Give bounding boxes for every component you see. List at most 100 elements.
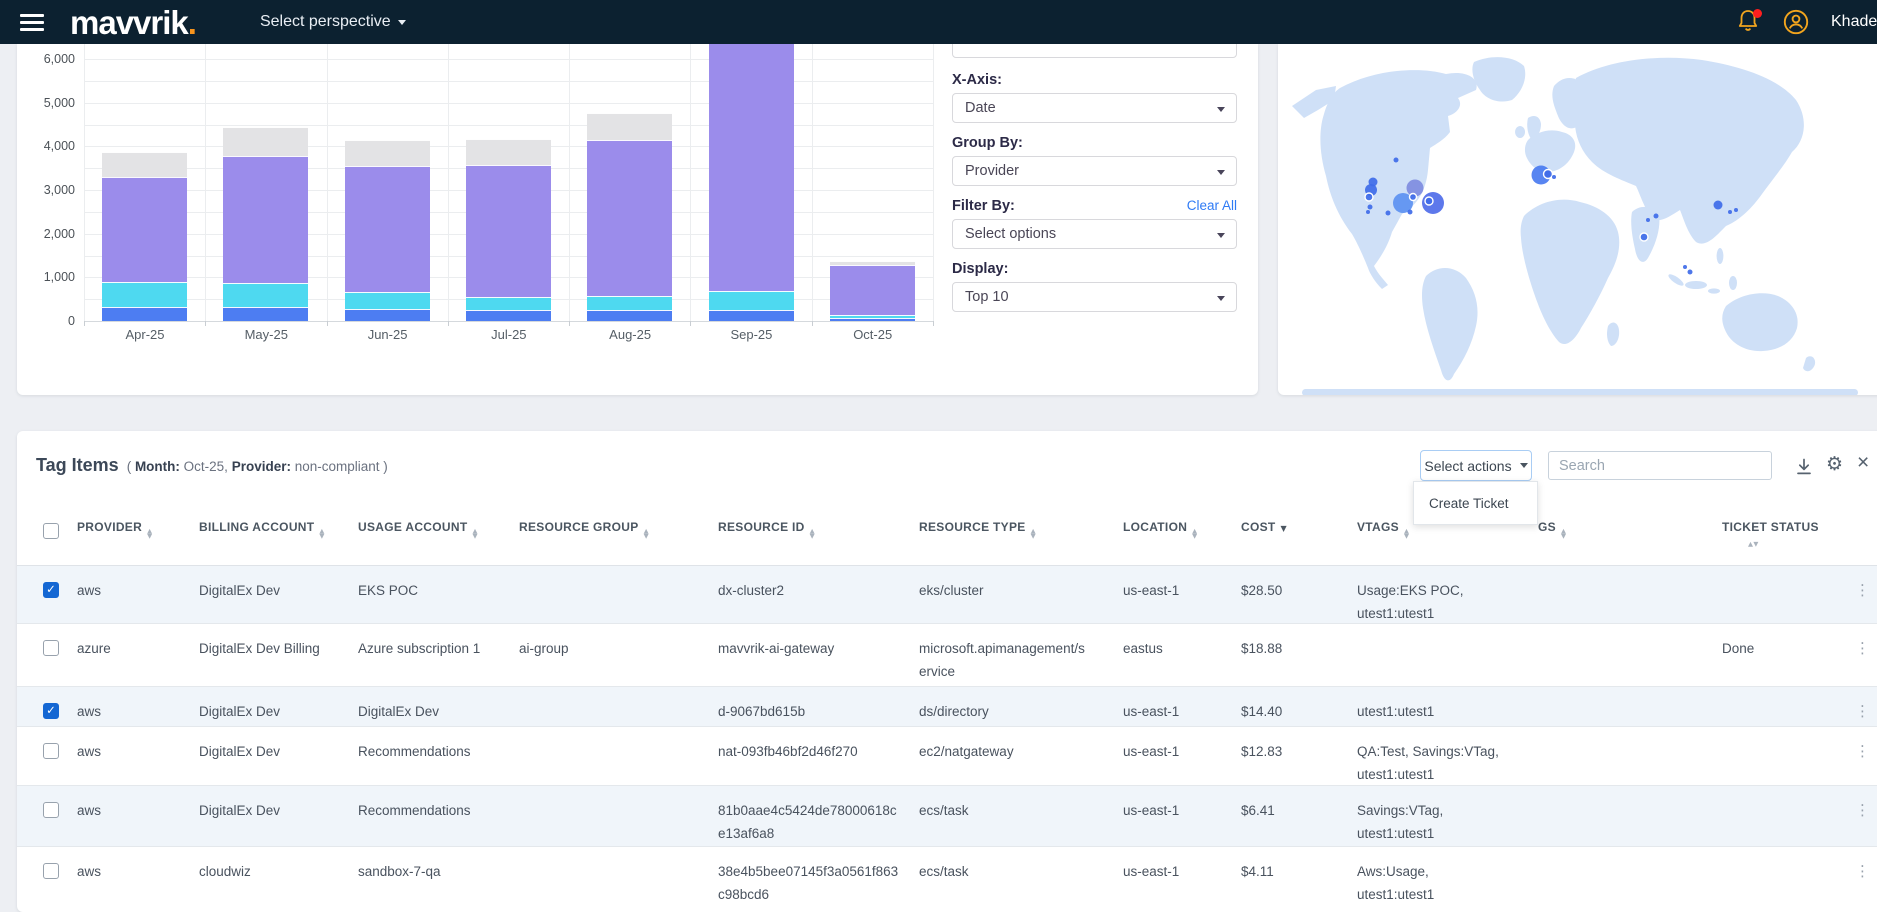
map-continents bbox=[1292, 57, 1858, 395]
column-header-group[interactable]: RESOURCE GROUP▲▼ bbox=[519, 520, 679, 539]
segment-blue[interactable] bbox=[709, 310, 794, 321]
segment-blue[interactable] bbox=[102, 307, 187, 321]
cell-sel bbox=[43, 743, 65, 759]
segment-gray[interactable] bbox=[102, 152, 187, 177]
column-header-rid[interactable]: RESOURCE ID▲▼ bbox=[718, 520, 908, 539]
row-checkbox[interactable] bbox=[43, 582, 59, 598]
row-checkbox[interactable] bbox=[43, 743, 59, 759]
map-location-dot[interactable] bbox=[1734, 208, 1738, 212]
sort-icon: ▲▼ bbox=[1748, 542, 1832, 547]
cell-kebab: ⋮ bbox=[1855, 700, 1877, 723]
segment-purple[interactable] bbox=[466, 165, 551, 297]
search-input[interactable] bbox=[1548, 451, 1772, 480]
chart-gridline bbox=[690, 44, 691, 321]
username-label: Khader bbox=[1831, 13, 1877, 31]
map-location-dot[interactable] bbox=[1394, 158, 1399, 163]
row-checkbox[interactable] bbox=[43, 703, 59, 719]
map-location-dot[interactable] bbox=[1688, 270, 1693, 275]
filter-by-dropdown[interactable]: Select options bbox=[952, 219, 1237, 249]
map-location-dot[interactable] bbox=[1728, 210, 1732, 214]
segment-purple[interactable] bbox=[830, 265, 915, 315]
segment-cyan[interactable] bbox=[709, 291, 794, 310]
segment-blue[interactable] bbox=[223, 307, 308, 321]
x-axis-dropdown[interactable]: Date bbox=[952, 93, 1237, 123]
clear-all-link[interactable]: Clear All bbox=[1187, 198, 1237, 213]
segment-cyan[interactable] bbox=[102, 282, 187, 307]
cutoff-top-dropdown[interactable] bbox=[952, 44, 1237, 58]
cell-location: us-east-1 bbox=[1123, 799, 1231, 822]
map-location-dot[interactable] bbox=[1365, 193, 1373, 201]
segment-purple[interactable] bbox=[709, 44, 794, 291]
row-actions-kebab-icon[interactable]: ⋮ bbox=[1855, 700, 1877, 723]
segment-gray[interactable] bbox=[345, 140, 430, 166]
column-header-location[interactable]: LOCATION▲▼ bbox=[1123, 520, 1231, 539]
column-header-label: BILLING ACCOUNT bbox=[199, 520, 314, 534]
segment-cyan[interactable] bbox=[587, 296, 672, 310]
cell-provider: aws bbox=[77, 799, 192, 822]
chart-axis-tick bbox=[448, 321, 449, 326]
map-location-dot[interactable] bbox=[1640, 233, 1648, 241]
map-location-dot[interactable] bbox=[1425, 197, 1433, 205]
row-checkbox[interactable] bbox=[43, 640, 59, 656]
segment-blue[interactable] bbox=[587, 310, 672, 321]
close-icon[interactable]: × bbox=[1857, 451, 1869, 475]
segment-purple[interactable] bbox=[102, 177, 187, 282]
cell-sel bbox=[43, 863, 65, 879]
row-checkbox[interactable] bbox=[43, 863, 59, 879]
map-location-dot[interactable] bbox=[1683, 265, 1687, 269]
segment-purple[interactable] bbox=[587, 140, 672, 296]
perspective-selector[interactable]: Select perspective bbox=[260, 13, 406, 31]
column-header-cost[interactable]: COST▼ bbox=[1241, 520, 1336, 536]
group-by-dropdown[interactable]: Provider bbox=[952, 156, 1237, 186]
segment-purple[interactable] bbox=[223, 156, 308, 283]
row-actions-kebab-icon[interactable]: ⋮ bbox=[1855, 637, 1877, 660]
segment-blue[interactable] bbox=[830, 318, 915, 321]
column-header-billing[interactable]: BILLING ACCOUNT▲▼ bbox=[199, 520, 351, 539]
settings-gear-icon[interactable]: ⚙ bbox=[1826, 453, 1843, 476]
cell-rid: nat-093fb46bf2d46f270 bbox=[718, 740, 908, 763]
select-actions-button[interactable]: Select actions bbox=[1420, 450, 1532, 481]
segment-cyan[interactable] bbox=[223, 283, 308, 307]
column-header-provider[interactable]: PROVIDER▲▼ bbox=[77, 520, 192, 539]
segment-gray[interactable] bbox=[223, 127, 308, 156]
row-checkbox[interactable] bbox=[43, 802, 59, 818]
map-location-dot[interactable] bbox=[1552, 175, 1556, 179]
row-actions-kebab-icon[interactable]: ⋮ bbox=[1855, 799, 1877, 822]
menu-item-create-ticket[interactable]: Create Ticket bbox=[1414, 482, 1537, 524]
column-header-rtype[interactable]: RESOURCE TYPE▲▼ bbox=[919, 520, 1104, 539]
row-actions-kebab-icon[interactable]: ⋮ bbox=[1855, 860, 1877, 883]
segment-purple[interactable] bbox=[345, 166, 430, 292]
cell-vtags: Usage:EKS POC,utest1:utest1 bbox=[1357, 579, 1532, 625]
cell-sel bbox=[43, 703, 65, 719]
column-header-status[interactable]: TICKET STATUS▲▼ bbox=[1722, 520, 1832, 547]
table-row: awsDigitalEx DevDigitalEx Devd-9067bd615… bbox=[17, 686, 1877, 726]
map-location-dot[interactable] bbox=[1654, 214, 1659, 219]
map-location-dot[interactable] bbox=[1646, 218, 1650, 222]
column-header-usage[interactable]: USAGE ACCOUNT▲▼ bbox=[358, 520, 510, 539]
select-all-checkbox[interactable] bbox=[43, 523, 59, 539]
row-actions-kebab-icon[interactable]: ⋮ bbox=[1855, 579, 1877, 602]
map-location-dot[interactable] bbox=[1368, 205, 1373, 210]
cell-status: Done bbox=[1722, 637, 1832, 660]
row-actions-kebab-icon[interactable]: ⋮ bbox=[1855, 740, 1877, 763]
segment-cyan[interactable] bbox=[466, 297, 551, 310]
map-location-dot[interactable] bbox=[1544, 170, 1553, 179]
segment-gray[interactable] bbox=[587, 113, 672, 140]
map-location-dot[interactable] bbox=[1386, 211, 1391, 216]
segment-blue[interactable] bbox=[466, 310, 551, 321]
map-location-dot[interactable] bbox=[1408, 210, 1413, 215]
map-location-dot[interactable] bbox=[1410, 194, 1417, 201]
bar-jun-25 bbox=[345, 140, 430, 321]
user-avatar-icon[interactable] bbox=[1783, 9, 1809, 35]
map-location-dot[interactable] bbox=[1366, 210, 1370, 214]
notifications-bell-icon[interactable] bbox=[1737, 9, 1761, 35]
map-location-dot[interactable] bbox=[1714, 201, 1723, 210]
chart-gridline bbox=[327, 44, 328, 321]
segment-blue[interactable] bbox=[345, 309, 430, 321]
segment-cyan[interactable] bbox=[345, 292, 430, 309]
hamburger-menu-icon[interactable] bbox=[20, 14, 44, 31]
column-header-gs[interactable]: GS▲▼ bbox=[1538, 520, 1593, 539]
download-icon[interactable] bbox=[1795, 457, 1813, 476]
segment-gray[interactable] bbox=[466, 139, 551, 165]
display-dropdown[interactable]: Top 10 bbox=[952, 282, 1237, 312]
